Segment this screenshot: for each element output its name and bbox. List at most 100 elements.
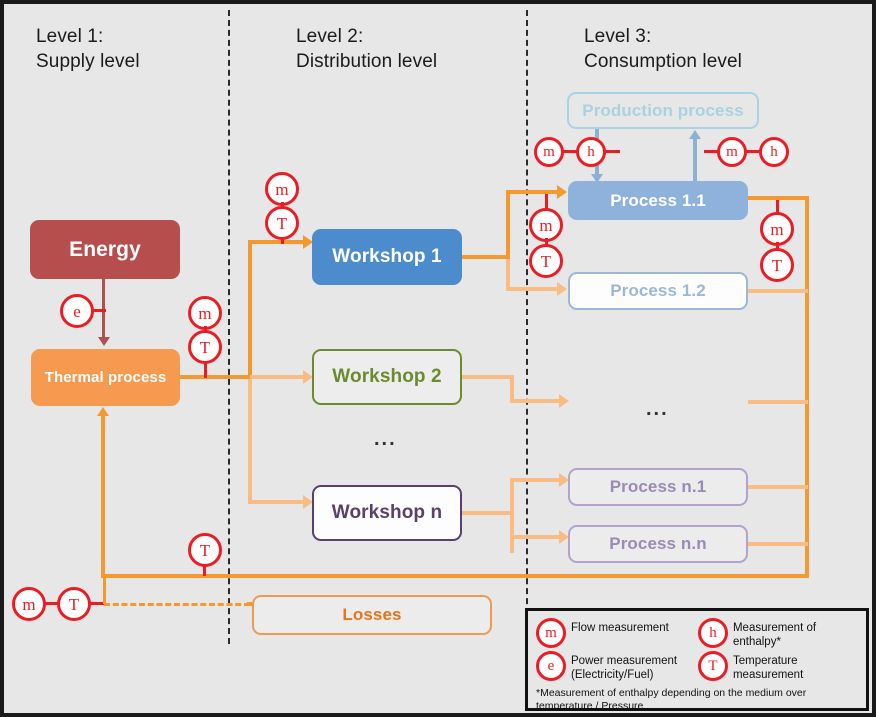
measurement-t-bottom-return-label: T [199, 540, 211, 560]
legend-flow-label: Flow measurement [571, 622, 669, 634]
pipe-distribution-trunk-lower [248, 379, 252, 504]
node-production-process[interactable]: Production process [567, 92, 759, 129]
legend-enthalpy-label: Measurement of enthalpy* [732, 622, 817, 649]
measurement-m-losses[interactable]: m [12, 587, 46, 621]
measurement-t-workshop1-label: T [276, 213, 288, 233]
legend-item-power[interactable]: e Power measurement (Electricity/Fuel) [536, 651, 698, 682]
pipe-workshop1-out [462, 255, 510, 259]
legend-footnote: *Measurement of enthalpy depending on th… [536, 687, 807, 713]
pipe-production-up [693, 138, 697, 184]
legend-item-temperature[interactable]: T Temperature measurement [697, 651, 858, 682]
node-energy[interactable]: Energy [30, 220, 180, 279]
node-process-1-2-label: Process 1.2 [610, 281, 706, 300]
legend-enthalpy-icon: h [697, 618, 728, 648]
pipe-workshopn-to-processn1 [510, 478, 562, 482]
pipe-return-to-thermal [101, 416, 105, 578]
node-process-n-n[interactable]: Process n.n [568, 525, 748, 563]
legend-flow-symbol: m [545, 624, 557, 641]
legend-temperature-icon: T [697, 651, 728, 682]
measurement-e-energy[interactable]: e [60, 294, 94, 328]
node-process-1-1[interactable]: Process 1.1 [568, 181, 748, 220]
ellipsis-workshops: ... [374, 428, 397, 450]
measurement-t-bottom-return[interactable]: T [188, 533, 222, 567]
pipe-trunk-to-workshop1 [250, 240, 306, 244]
pipe-trunk-to-workshopn [250, 500, 306, 504]
arrow-energy-to-thermal [98, 337, 110, 346]
legend-flow-icon: m [536, 618, 566, 648]
node-workshop-2[interactable]: Workshop 2 [312, 349, 462, 405]
legend-row-2: e Power measurement (Electricity/Fuel) T… [536, 651, 858, 682]
node-production-process-label: Production process [582, 100, 744, 120]
pipe-processnn-return [748, 542, 808, 546]
pipe-bottom-return [101, 574, 809, 578]
measurement-m-production-left[interactable]: m [534, 137, 564, 167]
node-thermal-process-label: Thermal process [44, 369, 167, 386]
measurement-m-production-right-label: m [726, 143, 738, 160]
legend-power-symbol: e [547, 657, 555, 674]
node-process-n-n-label: Process n.n [609, 534, 707, 553]
node-workshop-1-label: Workshop 1 [332, 246, 442, 267]
measurement-e-energy-label: e [73, 301, 81, 321]
measurement-m-supply-label: m [198, 303, 212, 323]
pipe-thermal-to-trunk [180, 375, 252, 379]
legend-item-flow[interactable]: m Flow measurement [536, 618, 698, 648]
measurement-t-supply-label: T [199, 337, 211, 357]
ellipsis-processes: ... [646, 398, 669, 420]
measurement-m-process-inlet[interactable]: m [529, 208, 563, 242]
measurement-t-supply[interactable]: T [188, 330, 222, 364]
level-3-heading: Level 3: Consumption level [584, 26, 743, 73]
node-energy-label: Energy [69, 237, 141, 261]
node-workshop-1[interactable]: Workshop 1 [312, 229, 462, 285]
legend-box: m Flow measurement h Measurement of enth… [525, 608, 869, 713]
diagram-canvas: Level 1: Supply level Level 2: Distribut… [0, 0, 876, 717]
arrow-return-to-thermal [97, 407, 109, 416]
arrow-production-up [689, 130, 701, 139]
pipe-workshop2-to-level3 [510, 399, 562, 403]
measurement-t-return-label: T [771, 255, 783, 275]
legend-enthalpy-symbol: h [709, 624, 717, 641]
node-workshop-n[interactable]: Workshop n [312, 485, 462, 541]
measurement-h-production-right[interactable]: h [759, 137, 789, 167]
pipe-workshop2-out [462, 375, 514, 379]
level-1-heading: Level 1: Supply level [36, 26, 140, 73]
divider-level2-level3 [526, 10, 528, 644]
pipe-losses-riser [103, 578, 106, 604]
measurement-t-process-inlet[interactable]: T [529, 244, 563, 278]
pipe-processn1-return [748, 485, 808, 489]
node-process-1-1-label: Process 1.1 [610, 190, 706, 210]
measurement-m-supply[interactable]: m [188, 296, 222, 330]
pipe-distribution-trunk [248, 240, 252, 379]
measurement-m-return[interactable]: m [760, 212, 794, 246]
pipe-workshopn-riser [510, 478, 514, 553]
node-losses[interactable]: Losses [252, 595, 492, 635]
node-losses-label: Losses [342, 605, 402, 624]
node-process-n-1-label: Process n.1 [609, 477, 707, 496]
legend-item-enthalpy[interactable]: h Measurement of enthalpy* [697, 618, 858, 649]
measurement-t-workshop1[interactable]: T [265, 206, 299, 240]
measurement-t-process-inlet-label: T [540, 251, 552, 271]
pipe-h-to-downarrow [604, 150, 620, 153]
level-2-heading: Level 2: Distribution level [296, 26, 438, 73]
arrow-workshop2-to-level3 [559, 394, 569, 408]
arrow-to-process-1-1 [557, 185, 567, 199]
pipe-losses-dashed [104, 603, 250, 606]
measurement-m-process-inlet-label: m [539, 215, 553, 235]
measurement-h-production-left[interactable]: h [576, 137, 606, 167]
legend-temperature-symbol: T [708, 657, 718, 674]
measurement-t-losses[interactable]: T [57, 587, 91, 621]
measurement-m-losses-label: m [22, 594, 36, 614]
legend-row-1: m Flow measurement h Measurement of enth… [536, 618, 858, 649]
arrow-to-process-1-2 [557, 282, 567, 296]
divider-level1-level2 [228, 10, 230, 644]
measurement-m-production-right[interactable]: m [717, 137, 747, 167]
measurement-m-workshop1[interactable]: m [265, 172, 299, 206]
node-process-n-1[interactable]: Process n.1 [568, 468, 748, 506]
legend-temperature-label: Temperature measurement [732, 655, 804, 682]
pipe-trunk-to-workshop2 [250, 375, 306, 379]
node-thermal-process[interactable]: Thermal process [31, 349, 180, 406]
pipe-process12-return [748, 289, 808, 293]
node-process-1-2[interactable]: Process 1.2 [568, 272, 748, 310]
measurement-t-return[interactable]: T [760, 248, 794, 282]
pipe-workshop1-to-process11 [506, 190, 560, 194]
measurement-h-production-right-label: h [770, 143, 778, 160]
